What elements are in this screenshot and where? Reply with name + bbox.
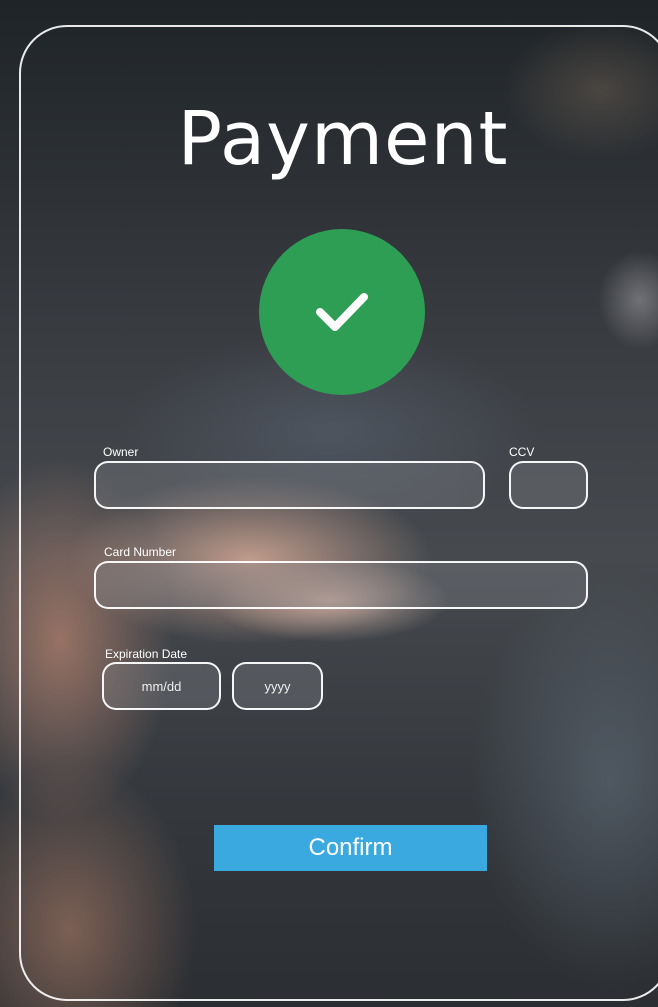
ccv-input[interactable] bbox=[509, 461, 588, 509]
expiration-date-label: Expiration Date bbox=[105, 647, 188, 661]
owner-label: Owner bbox=[103, 445, 139, 459]
expiration-year-input[interactable] bbox=[232, 662, 323, 710]
page-title: Payment bbox=[177, 96, 509, 182]
card-number-input[interactable] bbox=[94, 561, 588, 609]
checkmark-icon bbox=[316, 293, 368, 331]
success-badge bbox=[259, 229, 425, 395]
card-number-label: Card Number bbox=[104, 545, 177, 559]
owner-input[interactable] bbox=[94, 461, 485, 509]
confirm-button[interactable]: Confirm bbox=[214, 825, 487, 871]
ccv-label: CCV bbox=[509, 445, 535, 459]
expiration-month-day-input[interactable] bbox=[102, 662, 221, 710]
